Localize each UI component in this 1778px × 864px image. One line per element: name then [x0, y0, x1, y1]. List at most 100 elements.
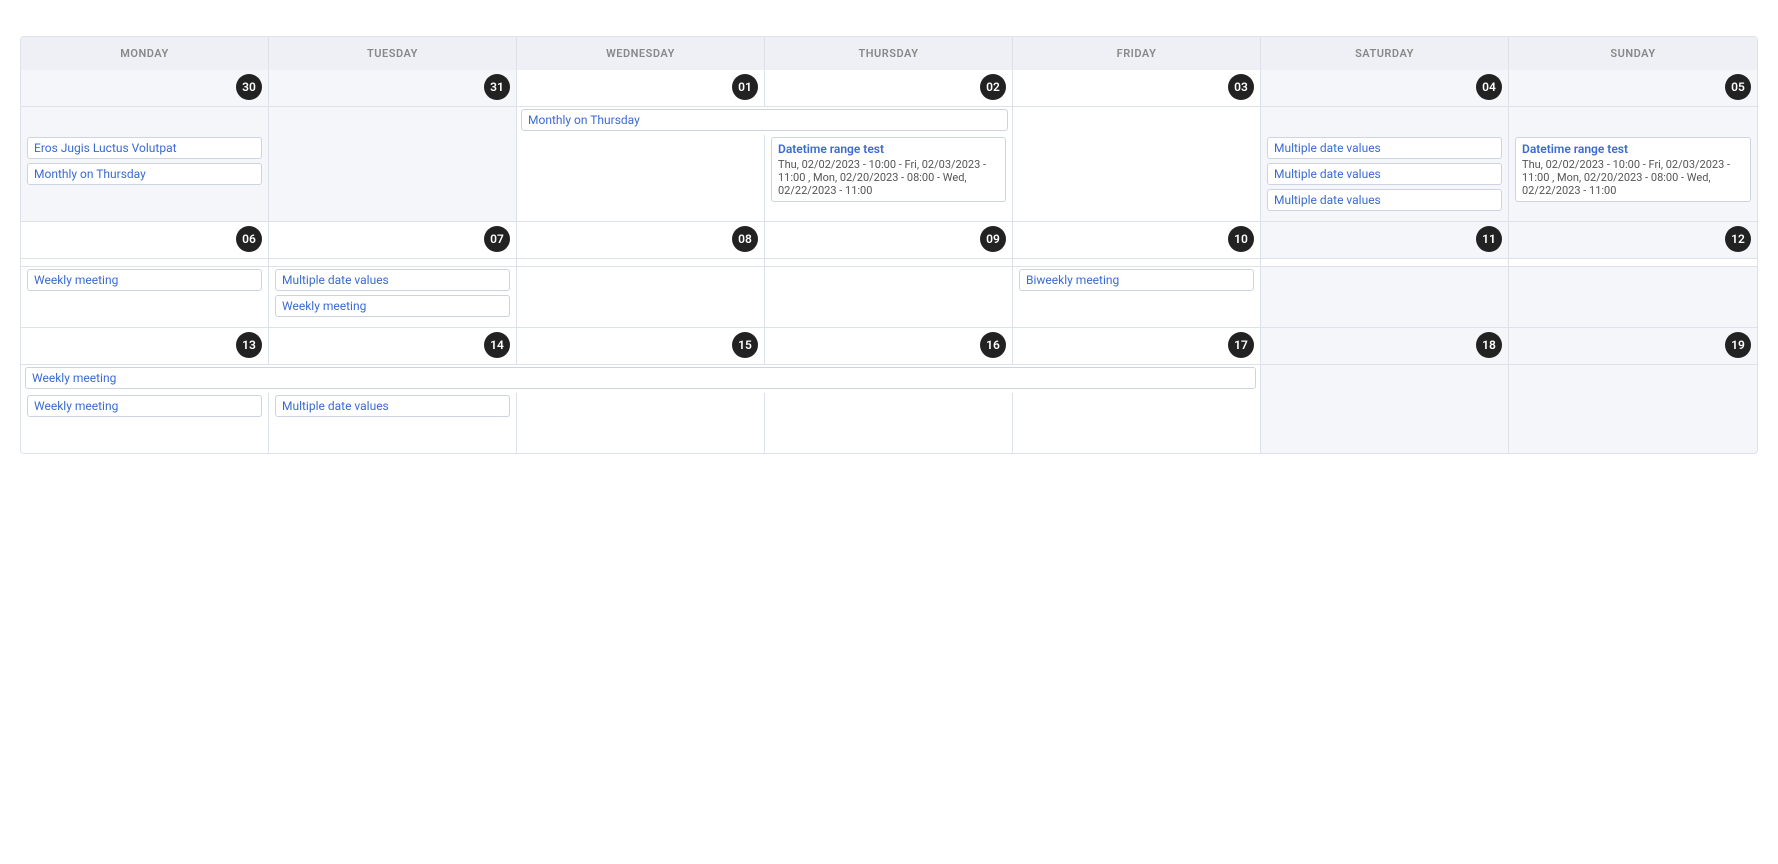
events-cell	[517, 393, 765, 453]
day-number: 14	[484, 332, 510, 358]
day-number-cell: 04	[1261, 70, 1509, 106]
span-event-cell: Weekly meeting	[21, 365, 1261, 393]
event-chip[interactable]: Multiple date values	[1267, 137, 1502, 159]
span-empty-cell	[21, 107, 269, 135]
events-cell: Eros Jugis Luctus Volutpat Monthly on Thu…	[21, 135, 269, 221]
calendar-header: MONDAYTUESDAYWEDNESDAYTHURSDAYFRIDAYSATU…	[21, 37, 1757, 70]
day-number-cell: 16	[765, 328, 1013, 364]
day-number: 13	[236, 332, 262, 358]
day-number-cell: 12	[1509, 222, 1757, 258]
events-cell: Multiple date values Multiple date values…	[1261, 135, 1509, 221]
header-cell-monday: MONDAY	[21, 37, 269, 70]
day-number: 06	[236, 226, 262, 252]
events-cell: Datetime range test Thu, 02/02/2023 - 10:…	[765, 135, 1013, 221]
day-number: 03	[1228, 74, 1254, 100]
event-title: Datetime range test	[778, 142, 999, 156]
span-empty-cell	[1261, 365, 1509, 393]
day-number-cell: 05	[1509, 70, 1757, 106]
span-empty-cell	[1509, 365, 1757, 393]
day-number: 02	[980, 74, 1006, 100]
events-cell: Weekly meeting	[21, 393, 269, 453]
calendar: MONDAYTUESDAYWEDNESDAYTHURSDAYFRIDAYSATU…	[20, 36, 1758, 454]
events-cell	[1261, 267, 1509, 327]
day-number-cell: 11	[1261, 222, 1509, 258]
day-number: 09	[980, 226, 1006, 252]
day-number-cell: 03	[1013, 70, 1261, 106]
event-chip[interactable]: Multiple date values	[1267, 163, 1502, 185]
events-cell: Multiple date values Weekly meeting	[269, 267, 517, 327]
day-number-cell: 08	[517, 222, 765, 258]
event-chip[interactable]: Multiple date values	[1267, 189, 1502, 211]
day-number-cell: 09	[765, 222, 1013, 258]
span-empty-cell	[1013, 107, 1261, 135]
header-cell-tuesday: TUESDAY	[269, 37, 517, 70]
event-dates: Thu, 02/02/2023 - 10:00 - Fri, 02/03/202…	[1522, 158, 1744, 197]
event-chip[interactable]: Weekly meeting	[27, 269, 262, 291]
calendar-wrapper: MONDAYTUESDAYWEDNESDAYTHURSDAYFRIDAYSATU…	[0, 36, 1778, 474]
events-cell	[1013, 135, 1261, 221]
header-cell-thursday: THURSDAY	[765, 37, 1013, 70]
day-number: 17	[1228, 332, 1254, 358]
event-chip[interactable]: Multiple date values	[275, 269, 510, 291]
header-cell-wednesday: WEDNESDAY	[517, 37, 765, 70]
header-cell-saturday: SATURDAY	[1261, 37, 1509, 70]
day-number: 30	[236, 74, 262, 100]
event-chip[interactable]: Weekly meeting	[275, 295, 510, 317]
day-number: 16	[980, 332, 1006, 358]
events-cell	[269, 135, 517, 221]
header-cell-friday: FRIDAY	[1013, 37, 1261, 70]
day-number-cell: 07	[269, 222, 517, 258]
events-cell	[1509, 267, 1757, 327]
span-event-chip[interactable]: Weekly meeting	[25, 367, 1256, 389]
span-empty-cell	[1261, 107, 1509, 135]
span-event-cell: Monthly on Thursday	[517, 107, 1013, 135]
day-number: 12	[1725, 226, 1751, 252]
events-cell	[1261, 393, 1509, 453]
header-cell-sunday: SUNDAY	[1509, 37, 1757, 70]
day-number-cell: 19	[1509, 328, 1757, 364]
span-empty-cell	[269, 107, 517, 135]
event-chip[interactable]: Multiple date values	[275, 395, 510, 417]
events-cell: Biweekly meeting	[1013, 267, 1261, 327]
day-number-cell: 30	[21, 70, 269, 106]
events-cell	[517, 267, 765, 327]
day-number-cell: 31	[269, 70, 517, 106]
events-cell	[1509, 393, 1757, 453]
day-number-cell: 14	[269, 328, 517, 364]
day-number: 05	[1725, 74, 1751, 100]
events-cell: Multiple date values	[269, 393, 517, 453]
event-chip[interactable]: Eros Jugis Luctus Volutpat	[27, 137, 262, 159]
day-number-cell: 06	[21, 222, 269, 258]
event-chip[interactable]: Weekly meeting	[27, 395, 262, 417]
events-cell	[765, 393, 1013, 453]
event-chip[interactable]: Biweekly meeting	[1019, 269, 1254, 291]
day-number: 19	[1725, 332, 1751, 358]
day-number: 07	[484, 226, 510, 252]
events-cell: Datetime range test Thu, 02/02/2023 - 10:…	[1509, 135, 1757, 221]
page-title	[0, 0, 1778, 36]
events-cell: Weekly meeting	[21, 267, 269, 327]
event-chip[interactable]: Monthly on Thursday	[27, 163, 262, 185]
day-number: 15	[732, 332, 758, 358]
span-empty-cell	[1509, 107, 1757, 135]
day-number: 01	[732, 74, 758, 100]
day-number: 10	[1228, 226, 1254, 252]
day-number: 31	[484, 74, 510, 100]
event-detail-chip[interactable]: Datetime range test Thu, 02/02/2023 - 10:…	[1515, 137, 1751, 202]
events-cell	[765, 267, 1013, 327]
day-number-cell: 13	[21, 328, 269, 364]
day-number: 08	[732, 226, 758, 252]
event-title: Datetime range test	[1522, 142, 1744, 156]
day-number-cell: 15	[517, 328, 765, 364]
event-detail-chip[interactable]: Datetime range test Thu, 02/02/2023 - 10:…	[771, 137, 1006, 202]
day-number-cell: 10	[1013, 222, 1261, 258]
span-event-chip[interactable]: Monthly on Thursday	[521, 109, 1008, 131]
event-dates: Thu, 02/02/2023 - 10:00 - Fri, 02/03/202…	[778, 158, 999, 197]
events-cell	[517, 135, 765, 221]
day-number-cell: 02	[765, 70, 1013, 106]
day-number-cell: 17	[1013, 328, 1261, 364]
day-number-cell: 01	[517, 70, 765, 106]
day-number: 11	[1476, 226, 1502, 252]
day-number-cell: 18	[1261, 328, 1509, 364]
day-number: 04	[1476, 74, 1502, 100]
